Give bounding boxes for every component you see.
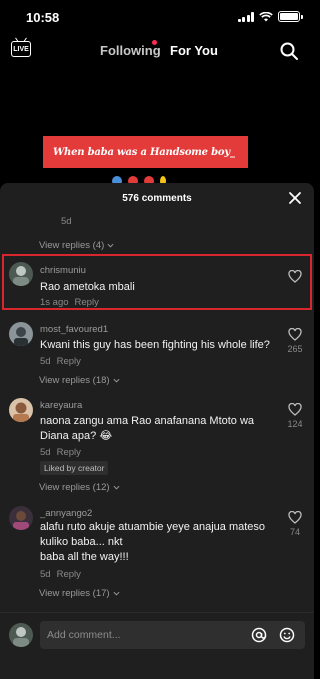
tab-for-you[interactable]: For You	[170, 43, 218, 58]
view-replies-label: View replies (12)	[39, 482, 110, 493]
avatar	[9, 623, 33, 647]
chevron-down-icon	[107, 243, 114, 248]
signal-icon	[237, 11, 254, 22]
like-count: 124	[287, 419, 303, 429]
emoji-icon[interactable]	[279, 627, 295, 643]
comment-meta: 1s ago Reply	[40, 297, 99, 308]
chevron-down-icon	[113, 378, 120, 383]
comment-time: 5d	[40, 569, 51, 580]
comment-text: Kwani this guy has been fighting his who…	[40, 339, 270, 351]
comments-header: 576 comments	[0, 183, 314, 213]
comment-time: 5d	[61, 216, 72, 227]
comment-time: 5d	[40, 356, 51, 367]
live-icon[interactable]: LIVE	[11, 41, 31, 57]
comment-text: naona zangu ama Rao anafanana Mtoto wa D…	[40, 415, 255, 442]
avatar[interactable]	[9, 398, 33, 422]
comment-username[interactable]: kareyaura	[40, 400, 82, 411]
wifi-icon	[259, 11, 273, 21]
tab-following[interactable]: Following	[100, 43, 161, 58]
view-replies-label: View replies (17)	[39, 588, 110, 599]
chevron-down-icon	[113, 591, 120, 596]
comment-text: alafu ruto akuje atuambie yeye anajua ma…	[40, 521, 266, 548]
heart-icon[interactable]	[288, 270, 302, 283]
like-count: 265	[287, 344, 303, 354]
comment-username[interactable]: most_favoured1	[40, 324, 108, 335]
view-replies-button[interactable]: View replies (18)	[39, 375, 120, 386]
avatar[interactable]	[9, 262, 33, 286]
close-icon[interactable]	[288, 191, 302, 205]
comment-time: 1s ago	[40, 297, 69, 308]
video-caption-banner: When baba was a Handsome boy_	[43, 136, 248, 168]
add-comment-input[interactable]: Add comment...	[40, 621, 305, 649]
view-replies-button[interactable]: View replies (12)	[39, 482, 120, 493]
view-replies-label: View replies (18)	[39, 375, 110, 386]
comment-meta: 5d Reply	[40, 356, 81, 367]
liked-by-creator-badge: Liked by creator	[40, 461, 109, 475]
comment-username[interactable]: _annyango2	[40, 508, 92, 519]
status-bar: 10:58	[0, 0, 314, 34]
heart-icon[interactable]	[288, 403, 302, 416]
comment-meta: 5d Reply	[40, 447, 81, 458]
comment-username[interactable]: chrismuniu	[40, 265, 86, 276]
comment-text: Rao ametoka mbali	[40, 281, 135, 293]
view-replies-label: View replies (4)	[39, 240, 105, 251]
reply-button[interactable]: Reply	[57, 569, 81, 580]
view-replies-button[interactable]: View replies (17)	[39, 588, 120, 599]
reply-button[interactable]: Reply	[57, 356, 81, 367]
status-time: 10:58	[26, 10, 60, 25]
view-replies-button[interactable]: View replies (4)	[39, 240, 114, 251]
chevron-down-icon	[113, 485, 120, 490]
battery-icon	[278, 11, 303, 22]
heart-icon[interactable]	[288, 511, 302, 524]
comment-text-line2: baba all the way!!!	[40, 551, 129, 563]
comment-meta: 5d Reply	[40, 569, 81, 580]
avatar[interactable]	[9, 506, 33, 530]
top-nav: LIVE Following For You	[0, 38, 314, 64]
notification-dot	[152, 40, 157, 45]
heart-icon[interactable]	[288, 328, 302, 341]
search-icon[interactable]	[280, 42, 298, 60]
comment-time: 5d	[40, 447, 51, 458]
add-comment-placeholder: Add comment...	[47, 629, 121, 641]
avatar[interactable]	[9, 322, 33, 346]
reply-button[interactable]: Reply	[57, 447, 81, 458]
comment-count: 576 comments	[122, 193, 192, 204]
comment-footer: Add comment...	[0, 612, 314, 679]
mention-icon[interactable]	[251, 627, 267, 643]
reply-button[interactable]: Reply	[75, 297, 99, 308]
video-caption-text: When baba was a Handsome boy_	[53, 146, 235, 158]
status-icons	[237, 11, 303, 22]
like-count: 74	[289, 527, 300, 537]
